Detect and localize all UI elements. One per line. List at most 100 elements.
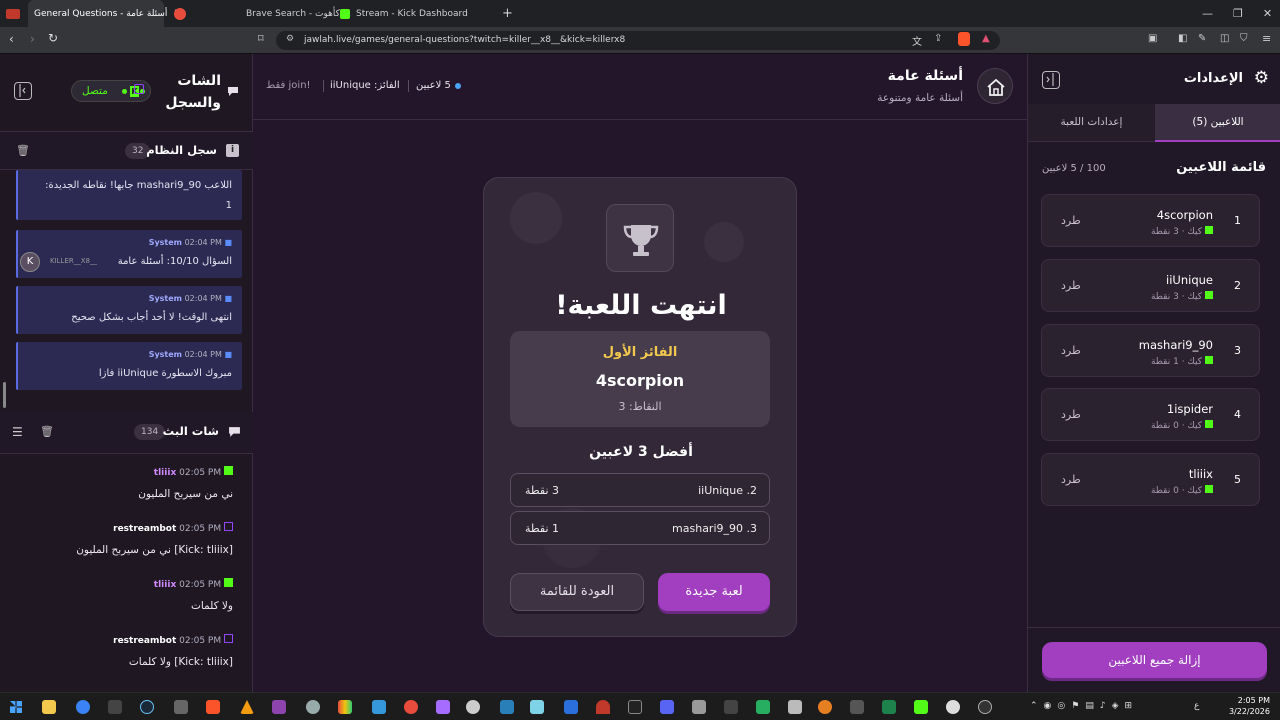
kick-player-button[interactable]: طرد (1061, 473, 1081, 486)
tab-kick-dashboard[interactable]: Stream - Kick Dashboard (334, 0, 494, 27)
app-icon[interactable] (174, 700, 188, 714)
kick-player-button[interactable]: طرد (1061, 279, 1081, 292)
discord-icon[interactable] (660, 700, 674, 714)
app-icon[interactable] (404, 700, 418, 714)
app-icon[interactable] (530, 700, 544, 714)
decor-circle (704, 222, 744, 262)
player-meta: كيك · 0 نقطة (1151, 485, 1213, 496)
info-icon: i (226, 144, 239, 157)
close-window-icon[interactable]: ✕ (1263, 7, 1272, 20)
reader-icon[interactable]: ◧ (1178, 33, 1187, 44)
app-icon[interactable] (436, 700, 450, 714)
player-rank: 3 (1234, 344, 1241, 357)
app-icon[interactable] (564, 700, 578, 714)
chat-panel-header: متصل K الشات والسجل (0, 54, 253, 132)
app-icon[interactable] (978, 700, 992, 714)
brave-rewards-icon[interactable]: ▲ (982, 33, 990, 44)
app-icon[interactable] (788, 700, 802, 714)
app-icon[interactable] (628, 700, 642, 714)
clock[interactable]: 2:05 PM 3/22/2026 (1226, 695, 1270, 717)
excel-icon[interactable] (882, 700, 896, 714)
app-icon[interactable] (500, 700, 514, 714)
brave-icon[interactable] (206, 700, 220, 714)
collapse-panel-icon[interactable] (1042, 71, 1060, 89)
app-icon[interactable] (850, 700, 864, 714)
player-meta-text: كيك · 3 نقطة (1150, 292, 1202, 302)
vpn-icon[interactable]: ⛉ (1240, 33, 1248, 44)
player-meta-text: كيك · 1 نقطة (1150, 357, 1202, 367)
player-rank: 4 (1234, 408, 1241, 421)
translate-icon[interactable]: 文 (912, 33, 922, 48)
address-input[interactable]: jawlah.live/games/general-questions?twit… (276, 31, 1000, 50)
new-tab-button[interactable]: + (496, 0, 516, 27)
rank-name: mashari9_90 .3 (672, 522, 757, 535)
bookmark-icon[interactable]: ⌑ (258, 32, 264, 45)
site-info-icon[interactable]: ⚙ (286, 34, 294, 44)
new-game-button[interactable]: لعبة جديدة (658, 573, 770, 611)
scrollbar-thumb[interactable] (3, 382, 6, 408)
file-explorer-icon[interactable] (42, 700, 56, 714)
message-time: 02:05 PM (179, 580, 222, 590)
players-count-label: 5 لاعبين (416, 80, 451, 91)
message-meta: ■ System 02:04 PM (149, 350, 232, 359)
minimize-icon[interactable]: — (1202, 7, 1213, 20)
rank-row-3: mashari9_90 .3 1 نقطة (510, 511, 770, 545)
share-icon[interactable]: ⇪ (934, 33, 942, 44)
app-icon[interactable] (272, 700, 286, 714)
maximize-icon[interactable]: ❐ (1233, 7, 1243, 20)
system-tray[interactable]: ⌃◉◎⚑▤♪◈⊞ (1030, 701, 1138, 711)
collapse-panel-icon[interactable] (14, 82, 32, 100)
title-line-1: الشات (177, 73, 221, 89)
app-icon[interactable] (306, 700, 320, 714)
extensions-icon[interactable]: ✎ (1198, 33, 1206, 44)
app-icon[interactable] (756, 700, 770, 714)
app-icon[interactable] (818, 700, 832, 714)
forward-icon[interactable]: › (30, 32, 35, 46)
clock-time: 2:05 PM (1237, 696, 1270, 705)
tab-players[interactable]: اللاعبين (5) (1155, 104, 1280, 142)
kick-icon (1205, 420, 1213, 428)
back-icon[interactable]: ‹ (9, 32, 14, 46)
epic-games-icon[interactable] (108, 700, 122, 714)
trash-icon[interactable]: 🗑 (40, 425, 54, 438)
app-icon[interactable] (372, 700, 386, 714)
filter-icon[interactable]: ☰ (12, 425, 23, 439)
edge-icon[interactable] (76, 700, 90, 714)
tab-game-settings[interactable]: إعدادات اللعبة (1028, 104, 1155, 142)
app-icon[interactable] (596, 700, 610, 714)
tab-loading[interactable] (168, 0, 194, 27)
trash-icon[interactable]: 🗑 (16, 144, 30, 157)
home-button[interactable] (977, 68, 1013, 104)
wallet-icon[interactable]: ◫ (1220, 33, 1229, 44)
app-icon[interactable] (946, 700, 960, 714)
kick-player-button[interactable]: طرد (1061, 214, 1081, 227)
twitch-icon (224, 634, 233, 643)
back-to-menu-button[interactable]: العودة للقائمة (510, 573, 644, 611)
remove-all-players-button[interactable]: إزالة جميع اللاعبين (1042, 642, 1267, 678)
app-icon[interactable] (692, 700, 706, 714)
player-name: 1ispider (1166, 402, 1213, 416)
tab-general-questions[interactable]: General Questions - أسئلة عامة ✕ (28, 0, 182, 27)
sidebar-icon[interactable]: ▣ (1148, 33, 1157, 44)
app-icon[interactable] (724, 700, 738, 714)
app-icon[interactable] (466, 700, 480, 714)
system-icon: ■ (224, 350, 232, 359)
start-icon[interactable] (10, 701, 22, 713)
steam-icon[interactable] (140, 700, 154, 714)
menu-icon[interactable]: ≡ (1262, 32, 1271, 45)
message-time: 02:05 PM (179, 524, 222, 534)
reload-icon[interactable]: ↻ (48, 31, 58, 45)
player-meta-text: كيك · 0 نقطة (1150, 421, 1202, 431)
kick-player-button[interactable]: طرد (1061, 344, 1081, 357)
message-text: [Kick: tliiix] ني من سيربح المليون (76, 544, 233, 556)
vlc-icon[interactable] (240, 700, 254, 714)
browser-menu-icon[interactable] (0, 0, 28, 27)
tab-brave-search[interactable]: Brave Search - كأهوت (240, 0, 340, 27)
player-card: 4 1ispider كيك · 0 نقطة طرد (1041, 388, 1260, 441)
app-icon[interactable] (338, 700, 352, 714)
join-note: !join فقط (266, 80, 311, 91)
brave-shields-icon[interactable] (958, 32, 970, 46)
language-indicator[interactable]: ع (1194, 701, 1199, 711)
kick-player-button[interactable]: طرد (1061, 408, 1081, 421)
kick-app-icon[interactable] (914, 700, 928, 714)
